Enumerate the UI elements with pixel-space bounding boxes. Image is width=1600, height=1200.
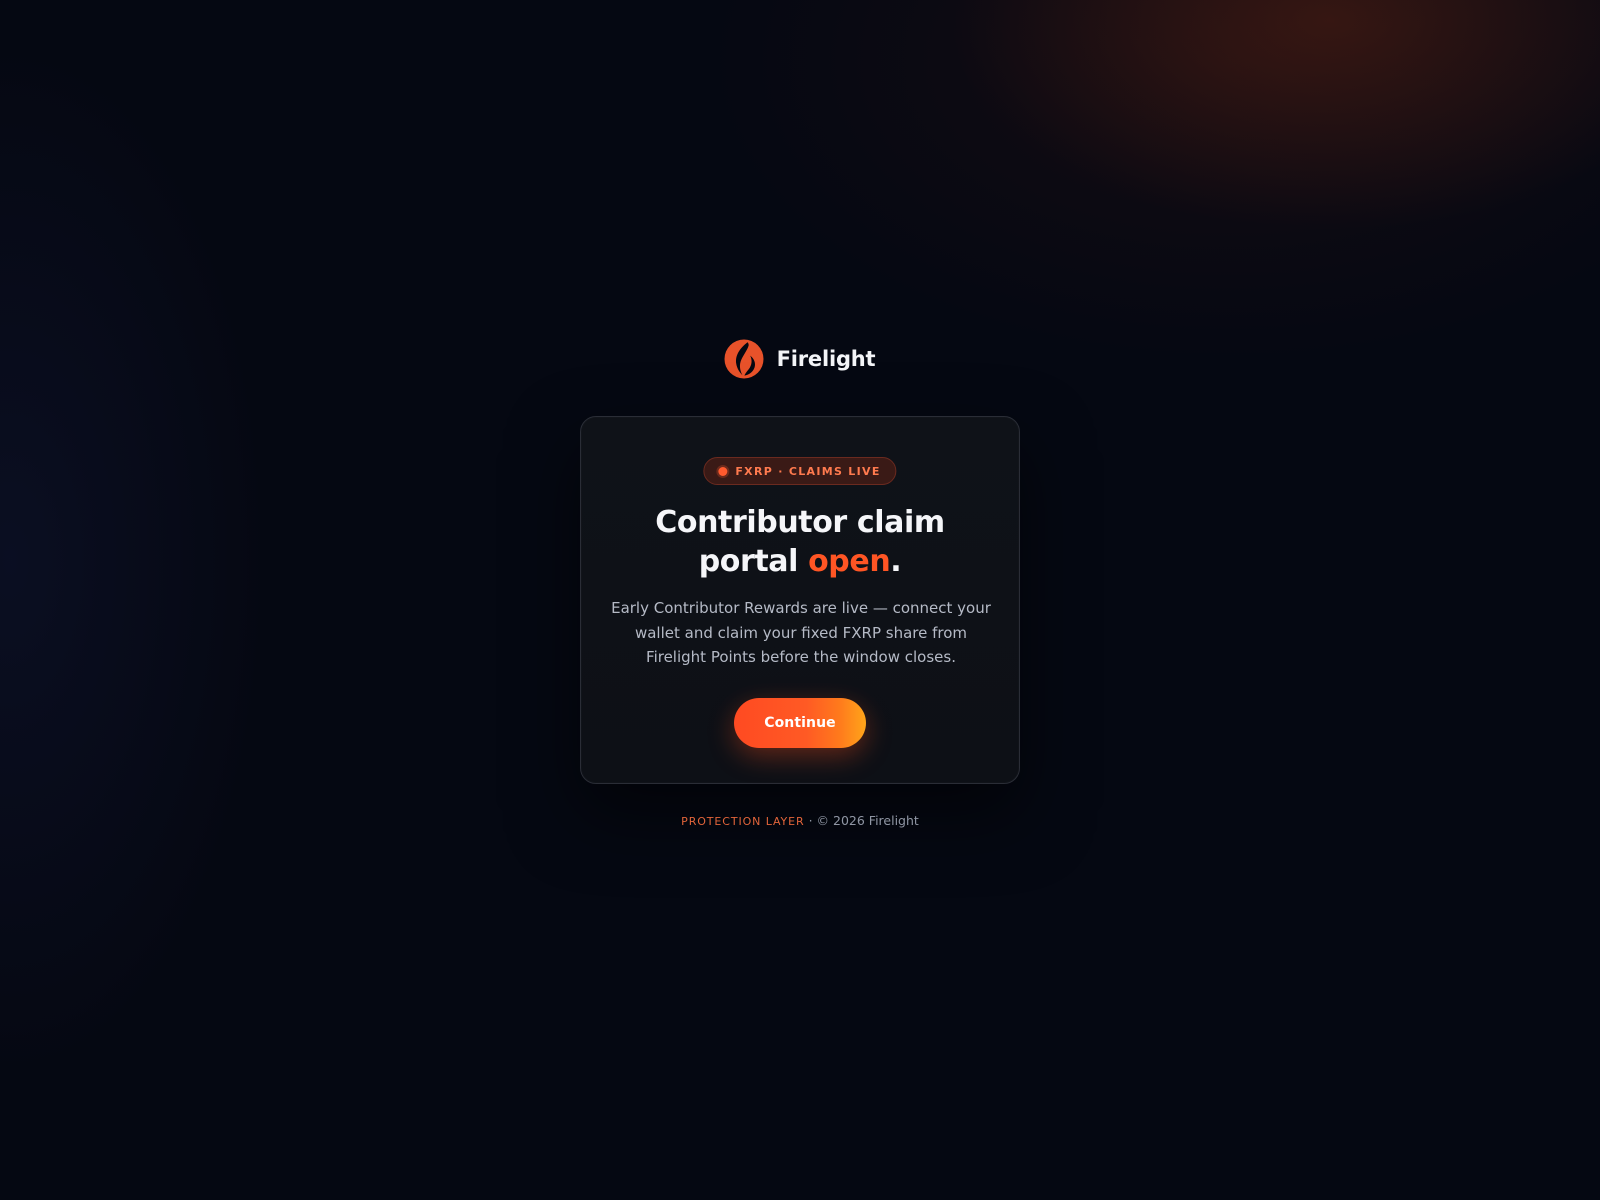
card-description: Early Contributor Rewards are live — con… [611, 599, 991, 666]
footer-separator: · [808, 813, 813, 828]
footer: PROTECTION LAYER · © 2026 Firelight [0, 813, 1600, 828]
firelight-flame-icon [724, 339, 764, 379]
title-line-1: Contributor claim [655, 505, 945, 540]
brand-lockup: Firelight [723, 338, 876, 380]
brand-name: Firelight [776, 347, 876, 371]
title-line-2-prefix: portal [698, 544, 799, 579]
continue-button[interactable]: Continue [734, 698, 866, 748]
status-badge: FXRP · CLAIMS LIVE [703, 457, 897, 485]
claim-card: FXRP · CLAIMS LIVE Contributor claim por… [580, 416, 1020, 784]
brand-header: Firelight [0, 337, 1600, 381]
footer-tag: PROTECTION LAYER [681, 815, 805, 828]
live-dot-icon [718, 466, 728, 476]
title-suffix: . [890, 544, 902, 579]
page-title: Contributor claim portal open. [581, 503, 1019, 581]
title-accent-word: open [808, 544, 891, 579]
footer-copyright: © 2026 Firelight [816, 813, 919, 828]
status-badge-label: FXRP · CLAIMS LIVE [735, 464, 881, 478]
